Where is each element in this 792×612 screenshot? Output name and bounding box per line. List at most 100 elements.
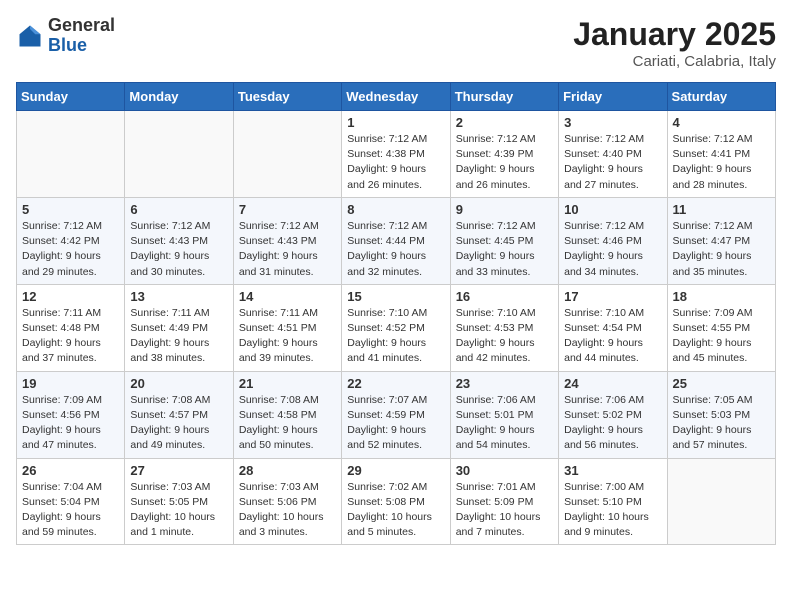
calendar-cell: 15Sunrise: 7:10 AM Sunset: 4:52 PM Dayli… <box>342 284 450 371</box>
day-number: 18 <box>673 289 770 304</box>
calendar-cell: 2 Sunrise: 7:12 AM Sunset: 4:39 PM Daylig… <box>450 111 558 198</box>
title-block: January 2025 Cariati, Calabria, Italy <box>573 16 776 70</box>
calendar-cell: 28Sunrise: 7:03 AM Sunset: 5:06 PM Dayli… <box>233 458 341 545</box>
calendar-cell: 11Sunrise: 7:12 AM Sunset: 4:47 PM Dayli… <box>667 197 775 284</box>
day-info: Sunrise: 7:12 AM Sunset: 4:40 PM Dayligh… <box>564 132 661 193</box>
day-info: Sunrise: 7:07 AM Sunset: 4:59 PM Dayligh… <box>347 393 444 454</box>
day-info: Sunrise: 7:12 AM Sunset: 4:42 PM Dayligh… <box>22 219 119 280</box>
calendar-cell: 23 Sunrise: 7:06 AM Sunset: 5:01 PM Dayli… <box>450 371 558 458</box>
day-number: 22 <box>347 376 444 391</box>
day-number: 19 <box>22 376 119 391</box>
calendar-cell: 8 Sunrise: 7:12 AM Sunset: 4:44 PM Daylig… <box>342 197 450 284</box>
calendar-cell: 26Sunrise: 7:04 AM Sunset: 5:04 PM Dayli… <box>17 458 125 545</box>
day-info: Sunrise: 7:12 AM Sunset: 4:44 PM Dayligh… <box>347 219 444 280</box>
day-info: Sunrise: 7:12 AM Sunset: 4:39 PM Dayligh… <box>456 132 553 193</box>
day-info: Sunrise: 7:09 AM Sunset: 4:56 PM Dayligh… <box>22 393 119 454</box>
day-info: Sunrise: 7:12 AM Sunset: 4:41 PM Dayligh… <box>673 132 770 193</box>
day-number: 12 <box>22 289 119 304</box>
calendar-cell: 30 Sunrise: 7:01 AM Sunset: 5:09 PM Dayli… <box>450 458 558 545</box>
calendar-cell: 14Sunrise: 7:11 AM Sunset: 4:51 PM Dayli… <box>233 284 341 371</box>
calendar-cell: 9 Sunrise: 7:12 AM Sunset: 4:45 PM Daylig… <box>450 197 558 284</box>
day-number: 17 <box>564 289 661 304</box>
weekday-header: Sunday <box>17 83 125 111</box>
calendar-cell: 19 Sunrise: 7:09 AM Sunset: 4:56 PM Dayli… <box>17 371 125 458</box>
calendar-cell: 1Sunrise: 7:12 AM Sunset: 4:38 PM Daylig… <box>342 111 450 198</box>
day-info: Sunrise: 7:08 AM Sunset: 4:58 PM Dayligh… <box>239 393 336 454</box>
calendar-week-row: 1Sunrise: 7:12 AM Sunset: 4:38 PM Daylig… <box>17 111 776 198</box>
day-info: Sunrise: 7:10 AM Sunset: 4:52 PM Dayligh… <box>347 306 444 367</box>
day-info: Sunrise: 7:08 AM Sunset: 4:57 PM Dayligh… <box>130 393 227 454</box>
day-info: Sunrise: 7:11 AM Sunset: 4:49 PM Dayligh… <box>130 306 227 367</box>
calendar-cell: 6 Sunrise: 7:12 AM Sunset: 4:43 PM Daylig… <box>125 197 233 284</box>
calendar-cell: 13Sunrise: 7:11 AM Sunset: 4:49 PM Dayli… <box>125 284 233 371</box>
day-number: 21 <box>239 376 336 391</box>
calendar-week-row: 26Sunrise: 7:04 AM Sunset: 5:04 PM Dayli… <box>17 458 776 545</box>
calendar-cell <box>667 458 775 545</box>
calendar-cell: 3 Sunrise: 7:12 AM Sunset: 4:40 PM Daylig… <box>559 111 667 198</box>
day-number: 4 <box>673 115 770 130</box>
day-number: 25 <box>673 376 770 391</box>
calendar-cell: 25Sunrise: 7:05 AM Sunset: 5:03 PM Dayli… <box>667 371 775 458</box>
month-year-title: January 2025 <box>573 16 776 53</box>
day-info: Sunrise: 7:12 AM Sunset: 4:43 PM Dayligh… <box>239 219 336 280</box>
day-number: 3 <box>564 115 661 130</box>
day-number: 29 <box>347 463 444 478</box>
day-number: 11 <box>673 202 770 217</box>
calendar-week-row: 19 Sunrise: 7:09 AM Sunset: 4:56 PM Dayli… <box>17 371 776 458</box>
logo-blue-text: Blue <box>48 36 115 56</box>
calendar-cell: 17 Sunrise: 7:10 AM Sunset: 4:54 PM Dayli… <box>559 284 667 371</box>
weekday-header: Saturday <box>667 83 775 111</box>
weekday-header: Wednesday <box>342 83 450 111</box>
day-number: 23 <box>456 376 553 391</box>
page-header: General Blue January 2025 Cariati, Calab… <box>16 16 776 70</box>
day-info: Sunrise: 7:12 AM Sunset: 4:46 PM Dayligh… <box>564 219 661 280</box>
logo-general-text: General <box>48 16 115 36</box>
day-info: Sunrise: 7:03 AM Sunset: 5:05 PM Dayligh… <box>130 480 227 541</box>
calendar-cell <box>125 111 233 198</box>
weekday-header: Friday <box>559 83 667 111</box>
calendar-cell: 21 Sunrise: 7:08 AM Sunset: 4:58 PM Dayli… <box>233 371 341 458</box>
day-number: 2 <box>456 115 553 130</box>
calendar-cell: 7 Sunrise: 7:12 AM Sunset: 4:43 PM Daylig… <box>233 197 341 284</box>
day-number: 27 <box>130 463 227 478</box>
weekday-header: Tuesday <box>233 83 341 111</box>
calendar-table: SundayMondayTuesdayWednesdayThursdayFrid… <box>16 82 776 545</box>
day-number: 5 <box>22 202 119 217</box>
day-info: Sunrise: 7:01 AM Sunset: 5:09 PM Dayligh… <box>456 480 553 541</box>
day-info: Sunrise: 7:03 AM Sunset: 5:06 PM Dayligh… <box>239 480 336 541</box>
day-info: Sunrise: 7:12 AM Sunset: 4:45 PM Dayligh… <box>456 219 553 280</box>
day-info: Sunrise: 7:06 AM Sunset: 5:02 PM Dayligh… <box>564 393 661 454</box>
calendar-week-row: 5 Sunrise: 7:12 AM Sunset: 4:42 PM Daylig… <box>17 197 776 284</box>
logo: General Blue <box>16 16 115 56</box>
logo-icon <box>16 22 44 50</box>
day-number: 30 <box>456 463 553 478</box>
day-info: Sunrise: 7:04 AM Sunset: 5:04 PM Dayligh… <box>22 480 119 541</box>
day-info: Sunrise: 7:06 AM Sunset: 5:01 PM Dayligh… <box>456 393 553 454</box>
day-number: 14 <box>239 289 336 304</box>
day-number: 9 <box>456 202 553 217</box>
day-info: Sunrise: 7:10 AM Sunset: 4:53 PM Dayligh… <box>456 306 553 367</box>
calendar-cell: 4 Sunrise: 7:12 AM Sunset: 4:41 PM Daylig… <box>667 111 775 198</box>
day-info: Sunrise: 7:11 AM Sunset: 4:48 PM Dayligh… <box>22 306 119 367</box>
day-number: 6 <box>130 202 227 217</box>
day-info: Sunrise: 7:10 AM Sunset: 4:54 PM Dayligh… <box>564 306 661 367</box>
day-number: 1 <box>347 115 444 130</box>
day-info: Sunrise: 7:00 AM Sunset: 5:10 PM Dayligh… <box>564 480 661 541</box>
calendar-cell: 12 Sunrise: 7:11 AM Sunset: 4:48 PM Dayli… <box>17 284 125 371</box>
calendar-cell: 10 Sunrise: 7:12 AM Sunset: 4:46 PM Dayli… <box>559 197 667 284</box>
weekday-header: Monday <box>125 83 233 111</box>
day-number: 8 <box>347 202 444 217</box>
calendar-header-row: SundayMondayTuesdayWednesdayThursdayFrid… <box>17 83 776 111</box>
calendar-cell: 5 Sunrise: 7:12 AM Sunset: 4:42 PM Daylig… <box>17 197 125 284</box>
calendar-cell: 16 Sunrise: 7:10 AM Sunset: 4:53 PM Dayli… <box>450 284 558 371</box>
day-number: 16 <box>456 289 553 304</box>
day-number: 20 <box>130 376 227 391</box>
day-number: 7 <box>239 202 336 217</box>
calendar-cell: 20 Sunrise: 7:08 AM Sunset: 4:57 PM Dayli… <box>125 371 233 458</box>
location-subtitle: Cariati, Calabria, Italy <box>573 53 776 70</box>
day-number: 10 <box>564 202 661 217</box>
day-number: 31 <box>564 463 661 478</box>
day-info: Sunrise: 7:12 AM Sunset: 4:43 PM Dayligh… <box>130 219 227 280</box>
calendar-week-row: 12 Sunrise: 7:11 AM Sunset: 4:48 PM Dayli… <box>17 284 776 371</box>
calendar-cell <box>233 111 341 198</box>
